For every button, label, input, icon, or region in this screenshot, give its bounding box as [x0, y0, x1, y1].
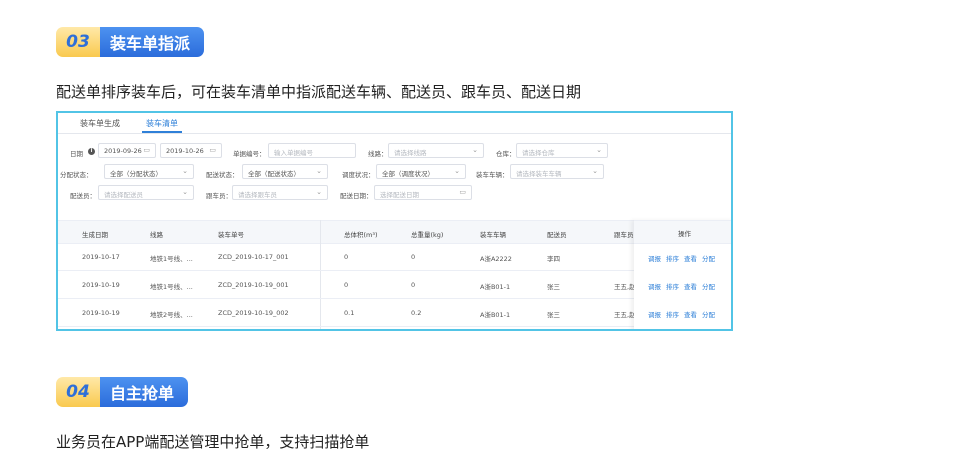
loading-list-screenshot: 装车单生成 装车清单 日期 i 2019-09-26 ▭ 2019-10-26 ▭ … — [56, 111, 733, 331]
loading-list-table: 生成日期 线路 装车单号 总体积(m³) 总重量(kg) 装车车辆 配送员 跟车… — [58, 220, 731, 329]
column-header: 总重量(kg) — [411, 231, 444, 239]
assign-link[interactable]: 分配 — [702, 283, 715, 291]
view-link[interactable]: 查看 — [684, 255, 697, 263]
route-label: 线路： — [368, 150, 388, 158]
tab-loading-list[interactable]: 装车清单 — [146, 118, 178, 129]
row-actions: 调报 排序 查看 分配 — [648, 309, 720, 319]
date-start-input[interactable]: 2019-09-26 ▭ — [98, 143, 156, 158]
calendar-icon: ▭ — [143, 146, 150, 154]
vehicle-select[interactable]: 请选择装车车辆 ⌄ — [510, 164, 604, 179]
column-header: 操作 — [678, 230, 691, 238]
follower-label: 跟车员： — [206, 192, 232, 200]
assign-link[interactable]: 分配 — [702, 255, 715, 263]
chevron-down-icon: ⌄ — [316, 167, 322, 175]
delivery-date-label: 配送日期： — [340, 192, 373, 200]
column-header: 装车单号 — [218, 231, 244, 239]
tab-generate[interactable]: 装车单生成 — [80, 118, 120, 129]
section-number: 04 — [56, 377, 100, 407]
chevron-down-icon: ⌄ — [316, 188, 322, 196]
calendar-icon: ▭ — [209, 146, 216, 154]
sort-link[interactable]: 排序 — [666, 311, 679, 319]
courier-label: 配送员： — [70, 192, 96, 200]
column-header: 跟车员 — [614, 231, 634, 239]
assign-link[interactable]: 分配 — [702, 311, 715, 319]
date-label: 日期 — [70, 150, 83, 158]
column-header: 生成日期 — [82, 231, 108, 239]
route-select[interactable]: 请选择线路 ⌄ — [388, 143, 484, 158]
active-tab-indicator — [142, 131, 182, 133]
dispatch-status-label: 调度状况： — [342, 171, 375, 179]
courier-select[interactable]: 请选择配送员 ⌄ — [98, 185, 194, 200]
assign-status-select[interactable]: 全部（分配状态） ⌄ — [104, 164, 194, 179]
row-actions: 调报 排序 查看 分配 — [648, 253, 720, 263]
section-number: 03 — [56, 27, 100, 57]
info-icon: i — [88, 148, 95, 155]
table-row: 2019-10-17 地铁1号线、... ZCD_2019-10-17_001 … — [58, 243, 731, 271]
date-end-input[interactable]: 2019-10-26 ▭ — [160, 143, 222, 158]
section-title: 自主抢单 — [100, 377, 189, 407]
warehouse-label: 仓库： — [496, 150, 516, 158]
table-header: 生成日期 线路 装车单号 总体积(m³) 总重量(kg) 装车车辆 配送员 跟车… — [58, 220, 731, 244]
calendar-icon: ▭ — [459, 188, 466, 196]
tab-bar: 装车单生成 装车清单 — [58, 113, 731, 134]
chevron-down-icon: ⌄ — [596, 146, 602, 154]
section-badge-03: 03 装车单指派 — [56, 27, 205, 57]
section-description: 业务员在APP端配送管理中抢单，支持扫描抢单 — [56, 433, 370, 451]
chevron-down-icon: ⌄ — [182, 188, 188, 196]
warehouse-select[interactable]: 请选择仓库 ⌄ — [516, 143, 608, 158]
chevron-down-icon: ⌄ — [454, 167, 460, 175]
sort-link[interactable]: 排序 — [666, 283, 679, 291]
table-row: 2019-10-19 地铁1号线、... ZCD_2019-10-19_001 … — [58, 271, 731, 299]
column-header: 配送员 — [547, 231, 567, 239]
column-header: 装车车辆 — [480, 231, 506, 239]
column-header: 总体积(m³) — [344, 231, 378, 239]
vehicle-label: 装车车辆： — [476, 171, 509, 179]
delivery-status-label: 配送状态： — [206, 171, 239, 179]
view-link[interactable]: 查看 — [684, 311, 697, 319]
report-link[interactable]: 调报 — [648, 283, 661, 291]
ops-column: 操作 调报 排序 查看 分配 调报 排序 查看 分配 调报 排序 查看 分配 — [634, 220, 731, 329]
section-description: 配送单排序装车后，可在装车清单中指派配送车辆、配送员、跟车员、配送日期 — [56, 83, 582, 101]
delivery-date-input[interactable]: 选择配送日期 ▭ — [374, 185, 472, 200]
chevron-down-icon: ⌄ — [182, 167, 188, 175]
report-link[interactable]: 调报 — [648, 255, 661, 263]
chevron-down-icon: ⌄ — [592, 167, 598, 175]
view-link[interactable]: 查看 — [684, 283, 697, 291]
column-header: 线路 — [150, 231, 163, 239]
dispatch-status-select[interactable]: 全部（调度状况） ⌄ — [376, 164, 466, 179]
row-actions: 调报 排序 查看 分配 — [648, 281, 720, 291]
order-no-input[interactable]: 输入单据编号 — [268, 143, 356, 158]
section-title: 装车单指派 — [100, 27, 205, 57]
sort-link[interactable]: 排序 — [666, 255, 679, 263]
order-no-label: 单据编号： — [233, 150, 266, 158]
table-row: 2019-10-19 地铁2号线、... ZCD_2019-10-19_002 … — [58, 299, 731, 327]
delivery-status-select[interactable]: 全部（配送状态） ⌄ — [242, 164, 328, 179]
chevron-down-icon: ⌄ — [472, 146, 478, 154]
follower-select[interactable]: 请选择跟车员 ⌄ — [232, 185, 328, 200]
assign-status-label: 分配状态： — [60, 171, 93, 179]
section-badge-04: 04 自主抢单 — [56, 377, 189, 407]
report-link[interactable]: 调报 — [648, 311, 661, 319]
